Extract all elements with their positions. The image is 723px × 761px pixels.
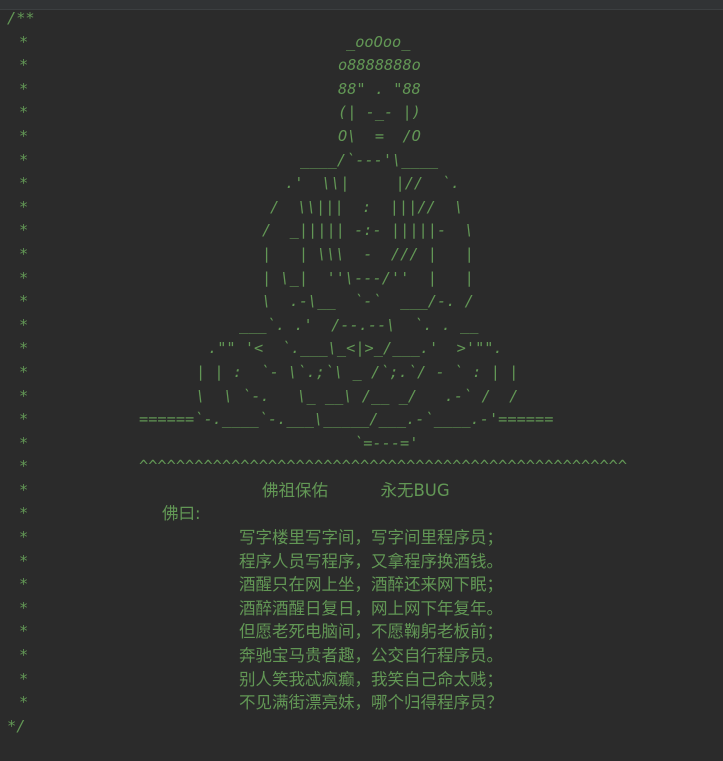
comment-star: * <box>19 575 29 594</box>
code-line: /** <box>0 7 723 31</box>
poem-line: 酒醉酒醒日复日，网上网下年复年。 <box>239 598 503 618</box>
comment-star: * <box>19 79 29 98</box>
comment-star: * <box>19 646 29 665</box>
comment-star: * <box>19 386 29 405</box>
comment-star: * <box>19 598 29 617</box>
code-line: * ======`-.____`-.___\_____/___.-`____.-'… <box>0 408 723 432</box>
ascii-art-line: / _||||| -:- |||||- \ <box>262 221 474 240</box>
comment-star: * <box>19 197 29 216</box>
comment-star: * <box>19 126 29 145</box>
comment-star: * <box>19 244 29 263</box>
ascii-art-line: / \\||| : |||// \ <box>270 197 464 216</box>
buddha-said-text: 佛曰: <box>162 504 201 524</box>
code-line: * `=---=' <box>0 432 723 456</box>
code-line: * ^^^^^^^^^^^^^^^^^^^^^^^^^^^^^^^^^^^^^^^… <box>0 455 723 479</box>
ascii-art-line: ^^^^^^^^^^^^^^^^^^^^^^^^^^^^^^^^^^^^^^^^… <box>139 457 628 476</box>
code-line: * / \\||| : |||// \ <box>0 196 723 220</box>
ascii-art-line: | | \\\ - /// | | <box>262 244 474 263</box>
comment-star: * <box>19 32 29 51</box>
ascii-art-line: ======`-.____`-.___\_____/___.-`____.-'=… <box>139 410 554 429</box>
comment-star: * <box>19 457 29 476</box>
ascii-art-line: O\ = /O <box>338 126 421 145</box>
ascii-art-line: | \_| ''\---/'' | | <box>262 268 474 287</box>
comment-star: * <box>19 433 29 452</box>
code-area[interactable]: /** * _ooOoo_ * o8888888o * 88" . "88 * (| -… <box>0 7 723 738</box>
ascii-art-line: ."" '< `.___\_<|>_/___.' >'"". <box>208 339 503 358</box>
comment-star: * <box>19 221 29 240</box>
poem-line: 别人笑我忒疯癫，我笑自己命太贱； <box>239 669 503 689</box>
comment-close: */ <box>7 716 26 735</box>
comment-star: * <box>19 410 29 429</box>
code-line: * 奔驰宝马贵者趣，公交自行程序员。 <box>0 644 723 668</box>
comment-star: * <box>19 693 29 712</box>
code-line: * | | : `- \`.;`\ _ /`;.`/ - ` : | | <box>0 361 723 385</box>
poem-line: 写字楼里写字间，写字间里程序员； <box>239 528 503 548</box>
code-line: * O\ = /O <box>0 125 723 149</box>
ascii-art-line: (| -_- |) <box>338 103 421 122</box>
ascii-art-line: .' \\| |// `. <box>285 174 460 193</box>
ascii-art-line: `=---=' <box>354 433 419 452</box>
comment-star: * <box>19 292 29 311</box>
ascii-art-line: 88" . "88 <box>338 79 421 98</box>
comment-star: * <box>19 504 29 523</box>
code-line: * 酒醉酒醒日复日，网上网下年复年。 <box>0 597 723 621</box>
code-line: * 酒醒只在网上坐，酒醉还来网下眠； <box>0 573 723 597</box>
code-line: * o8888888o <box>0 54 723 78</box>
code-line: * _ooOoo_ <box>0 31 723 55</box>
code-line: * 但愿老死电脑间，不愿鞠躬老板前； <box>0 620 723 644</box>
ascii-art-line: \ \ `-. \_ __\ /__ _/ .-` / / <box>196 386 519 405</box>
comment-star: * <box>19 268 29 287</box>
code-line: * | | \\\ - /// | | <box>0 243 723 267</box>
code-line: */ <box>0 715 723 739</box>
poem-line: 酒醒只在网上坐，酒醉还来网下眠； <box>239 575 503 595</box>
ascii-art-line: _ooOoo_ <box>346 32 411 51</box>
comment-star: * <box>19 480 29 499</box>
comment-star: * <box>19 528 29 547</box>
comment-open: /** <box>7 9 35 27</box>
comment-star: * <box>19 339 29 358</box>
code-line: * 写字楼里写字间，写字间里程序员； <box>0 526 723 550</box>
code-line: * | \_| ''\---/'' | | <box>0 267 723 291</box>
ascii-art-line: o8888888o <box>338 56 421 75</box>
code-line: * .' \\| |// `. <box>0 172 723 196</box>
ascii-art-line: \ .-\__ `-` ___/-. / <box>262 292 474 311</box>
comment-star: * <box>19 362 29 381</box>
comment-star: * <box>19 56 29 75</box>
code-line: * \ .-\__ `-` ___/-. / <box>0 290 723 314</box>
code-line: * 佛曰: <box>0 502 723 526</box>
ascii-art-line: ____/`---'\____ <box>300 150 439 169</box>
poem-line: 程序人员写程序，又拿程序换酒钱。 <box>239 551 503 571</box>
poem-line: 但愿老死电脑间，不愿鞠躬老板前； <box>239 622 503 642</box>
comment-star: * <box>19 150 29 169</box>
code-line: * 别人笑我忒疯癫，我笑自己命太贱； <box>0 668 723 692</box>
blessing-text: 佛祖保佑 永无BUG <box>262 480 450 500</box>
code-line: * 不见满街漂亮妹，哪个归得程序员？ <box>0 691 723 715</box>
code-line: * ____/`---'\____ <box>0 149 723 173</box>
comment-star: * <box>19 669 29 688</box>
code-line: * 88" . "88 <box>0 78 723 102</box>
code-line: * (| -_- |) <box>0 101 723 125</box>
poem-line: 奔驰宝马贵者趣，公交自行程序员。 <box>239 646 503 666</box>
code-line: * ."" '< `.___\_<|>_/___.' >'"". <box>0 337 723 361</box>
code-line: * / _||||| -:- |||||- \ <box>0 219 723 243</box>
poem-line: 不见满街漂亮妹，哪个归得程序员？ <box>239 693 503 713</box>
ascii-art-line: | | : `- \`.;`\ _ /`;.`/ - ` : | | <box>196 362 519 381</box>
comment-star: * <box>19 174 29 193</box>
code-line: * ___`. .' /--.--\ `. . __ <box>0 314 723 338</box>
code-line: * 佛祖保佑 永无BUG <box>0 479 723 503</box>
comment-star: * <box>19 103 29 122</box>
comment-star: * <box>19 622 29 641</box>
code-line: * 程序人员写程序，又拿程序换酒钱。 <box>0 550 723 574</box>
code-line: * \ \ `-. \_ __\ /__ _/ .-` / / <box>0 385 723 409</box>
ascii-art-line: ___`. .' /--.--\ `. . __ <box>239 315 479 334</box>
comment-star: * <box>19 315 29 334</box>
code-editor[interactable]: /** * _ooOoo_ * o8888888o * 88" . "88 * (| -… <box>0 0 723 761</box>
comment-star: * <box>19 551 29 570</box>
